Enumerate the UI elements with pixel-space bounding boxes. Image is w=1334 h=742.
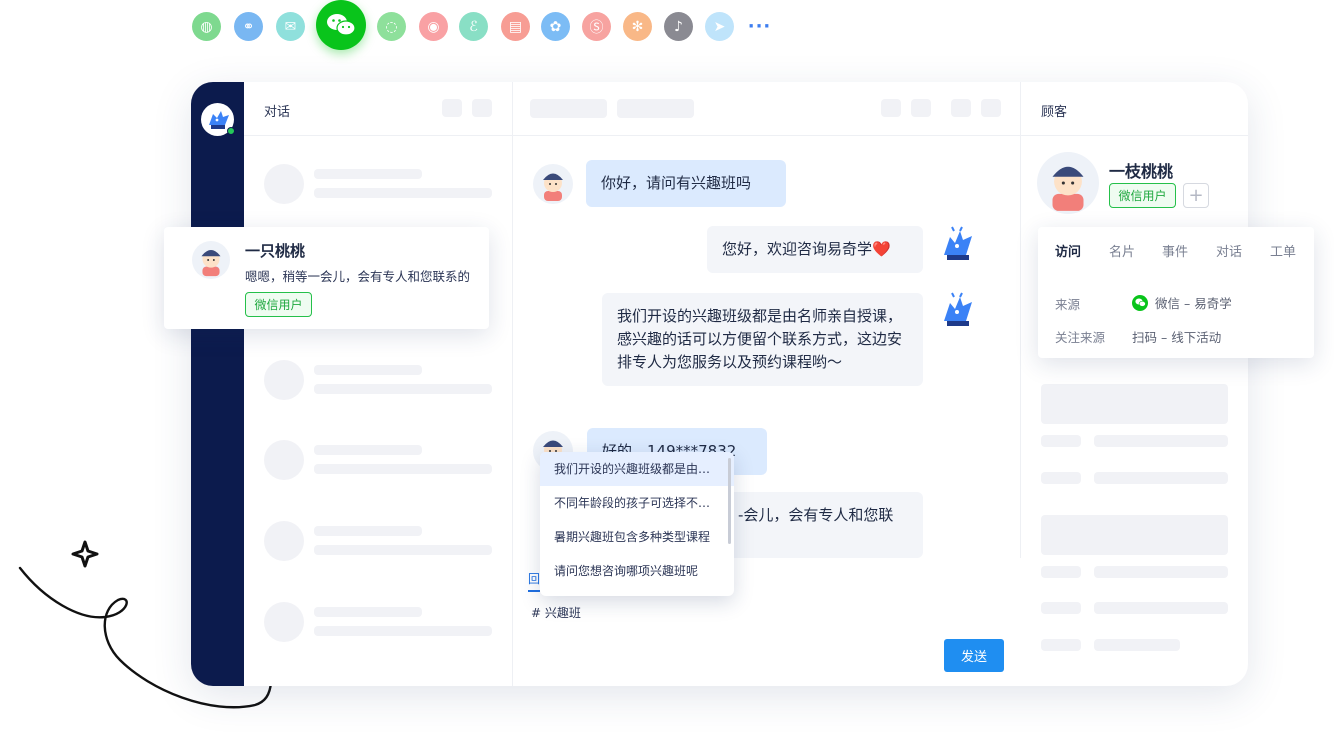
- web-channel-icon[interactable]: ◍: [192, 12, 221, 41]
- quick-reply-option[interactable]: 暑期兴趣班包含多种类型课程: [540, 520, 734, 554]
- placeholder-line: [314, 464, 492, 474]
- placeholder-line: [1041, 639, 1081, 651]
- quick-reply-option[interactable]: 请问您想咨询哪项兴趣班呢: [540, 554, 734, 588]
- customer-panel: 顾客 一枝桃桃 微信用户 +: [1021, 82, 1248, 686]
- placeholder-line: [314, 626, 492, 636]
- customer-info-card: 访问 名片 事件 对话 工单 来源 微信 – 易奇学 关注来源 扫码 – 线下活…: [1038, 227, 1314, 358]
- list-filter-button[interactable]: [442, 99, 462, 117]
- wechat-icon: [1132, 294, 1148, 311]
- customer-panel-title: 顾客: [1041, 105, 1068, 120]
- list-search-button[interactable]: [472, 99, 492, 117]
- add-tag-button[interactable]: +: [1183, 183, 1209, 208]
- nav-rail: [191, 82, 244, 686]
- miniprogram-channel-icon[interactable]: ℰ: [459, 12, 488, 41]
- conversation-list-panel: 对话: [244, 82, 513, 686]
- placeholder-avatar: [264, 602, 304, 642]
- list-header: 对话: [244, 82, 512, 136]
- placeholder-line: [314, 169, 422, 179]
- placeholder-line: [1041, 602, 1081, 614]
- placeholder-avatar: [264, 440, 304, 480]
- message-bubble: 我们开设的兴趣班级都是由名师亲自授课，感兴趣的话可以方便留个联系方式，这边安排专…: [602, 293, 923, 386]
- quick-reply-option[interactable]: 我们开设的兴趣班级都是由名师亲自授课: [540, 452, 734, 486]
- conversation-card[interactable]: 一只桃桃 嗯嗯，稍等一会儿，会有专人和您联系的 微信用户: [164, 227, 489, 329]
- tab-conversations[interactable]: 对话: [1216, 241, 1242, 260]
- app-channel-icon[interactable]: ✻: [623, 12, 652, 41]
- message-bubble: 你好，请问有兴趣班吗: [586, 160, 786, 207]
- baidu-channel-icon[interactable]: ✿: [541, 12, 570, 41]
- quick-reply-option[interactable]: 不同年龄段的孩子可选择不同的兴趣班: [540, 486, 734, 520]
- visitor-avatar: [533, 164, 573, 204]
- placeholder-line: [314, 526, 422, 536]
- placeholder-line: [314, 365, 422, 375]
- conversation-preview: 嗯嗯，稍等一会儿，会有专人和您联系的: [245, 269, 471, 284]
- placeholder-line: [314, 445, 422, 455]
- placeholder-line: [1094, 472, 1228, 484]
- quick-reply-tab[interactable]: 回: [528, 570, 541, 592]
- source-label: 来源: [1055, 297, 1081, 312]
- link-channel-icon[interactable]: ⚭: [234, 12, 263, 41]
- sohu-channel-icon[interactable]: Ⓢ: [582, 12, 611, 41]
- tab-events[interactable]: 事件: [1162, 241, 1188, 260]
- chat-header: [513, 82, 1020, 136]
- placeholder-line: [1094, 602, 1228, 614]
- tiktok-channel-icon[interactable]: ♪: [664, 12, 693, 41]
- wechat-channel-icon[interactable]: [316, 0, 366, 50]
- weibo-channel-icon[interactable]: ◉: [419, 12, 448, 41]
- bot-avatar: [944, 226, 972, 260]
- online-status-dot: [227, 127, 235, 135]
- more-channels-icon[interactable]: ···: [745, 12, 774, 41]
- visitor-avatar: [192, 241, 230, 279]
- tab-tickets[interactable]: 工单: [1270, 241, 1296, 260]
- placeholder-block: [1041, 384, 1228, 424]
- placeholder-avatar: [264, 164, 304, 204]
- tab-card[interactable]: 名片: [1109, 241, 1135, 260]
- send-channel-icon[interactable]: ➤: [705, 12, 734, 41]
- chat-header-placeholder: [530, 99, 607, 118]
- conversation-name: 一只桃桃: [245, 242, 306, 260]
- message-input[interactable]: # 兴趣班: [531, 604, 581, 621]
- placeholder-line: [314, 384, 492, 394]
- placeholder-avatar: [264, 521, 304, 561]
- placeholder-avatar: [264, 360, 304, 400]
- list-title: 对话: [264, 105, 291, 120]
- source-value: 微信 – 易奇学: [1132, 293, 1232, 312]
- customer-header: 顾客: [1021, 82, 1248, 136]
- placeholder-line: [1041, 435, 1081, 447]
- placeholder-line: [314, 607, 422, 617]
- messenger-channel-icon[interactable]: ◌: [377, 12, 406, 41]
- chat-action-button[interactable]: [981, 99, 1001, 117]
- placeholder-line: [1094, 566, 1228, 578]
- tab-visit[interactable]: 访问: [1055, 241, 1081, 260]
- follow-source-label: 关注来源: [1055, 330, 1106, 345]
- mail-channel-icon[interactable]: ✉: [276, 12, 305, 41]
- follow-source-value: 扫码 – 线下活动: [1132, 330, 1222, 345]
- chat-action-button[interactable]: [951, 99, 971, 117]
- placeholder-line: [314, 188, 492, 198]
- customer-name: 一枝桃桃: [1109, 162, 1174, 181]
- customer-avatar: [1037, 152, 1099, 214]
- toutiao-channel-icon[interactable]: ▤: [501, 12, 530, 41]
- chat-action-button[interactable]: [881, 99, 901, 117]
- source-value-text: 微信 – 易奇学: [1155, 296, 1232, 311]
- placeholder-line: [314, 545, 492, 555]
- message-bubble: 您好，欢迎咨询易奇学❤️: [707, 226, 923, 273]
- placeholder-line: [1094, 639, 1180, 651]
- chat-action-button[interactable]: [911, 99, 931, 117]
- message-bubble: -会儿，会有专人和您联: [723, 492, 923, 558]
- customer-tag: 微信用户: [1109, 183, 1176, 208]
- quick-reply-dropdown: 我们开设的兴趣班级都是由名师亲自授课 不同年龄段的孩子可选择不同的兴趣班 暑期兴…: [540, 452, 734, 596]
- conversation-tag: 微信用户: [245, 292, 312, 317]
- dropdown-scrollbar[interactable]: [728, 458, 731, 544]
- chat-header-placeholder: [617, 99, 694, 118]
- placeholder-block: [1041, 515, 1228, 555]
- placeholder-line: [1041, 566, 1081, 578]
- send-button[interactable]: 发送: [944, 639, 1004, 672]
- bot-avatar: [944, 292, 972, 326]
- placeholder-line: [1041, 472, 1081, 484]
- placeholder-line: [1094, 435, 1228, 447]
